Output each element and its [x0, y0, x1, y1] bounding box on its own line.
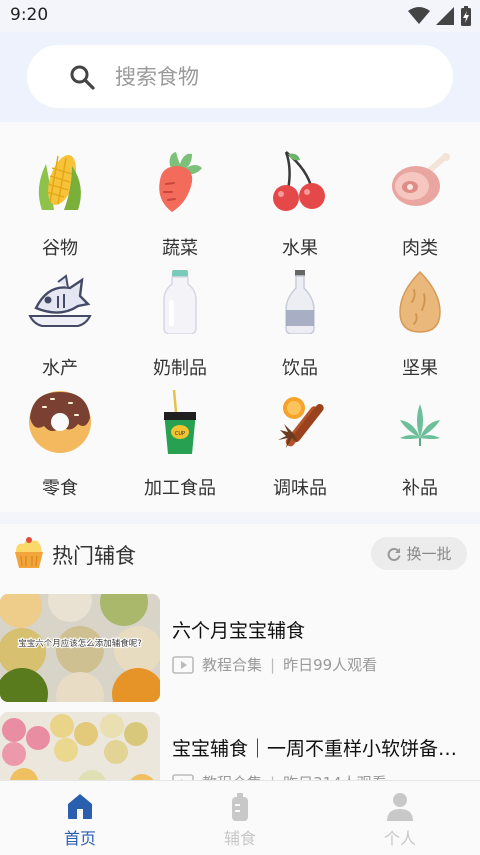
category-label: 零食 — [42, 478, 78, 499]
recipe-meta: 教程合集 | 昨日99人观看 — [172, 654, 377, 675]
tab-home[interactable]: 首页 — [0, 781, 160, 855]
category-label: 补品 — [402, 478, 438, 499]
recipe-thumbnail: 宝宝六个月应该怎么添加辅食呢? — [0, 594, 160, 702]
category-label: 水产 — [42, 358, 78, 379]
battery-icon — [461, 6, 471, 26]
recipe-card[interactable]: 宝宝六个月应该怎么添加辅食呢? 六个月宝宝辅食 教程合集 | 昨日99人观看 — [0, 594, 480, 704]
ham-icon — [392, 153, 450, 206]
recipe-views: 昨日314人观看 — [283, 772, 387, 780]
cup-noodle-icon: CUP — [164, 390, 196, 454]
recipe-title: 宝宝辅食｜一周不重样小软饼备… — [172, 738, 458, 760]
category-label: 加工食品 — [144, 478, 216, 499]
category-meat[interactable]: 肉类 — [360, 144, 480, 259]
category-supplements[interactable]: 补品 — [360, 384, 480, 499]
bottom-tab-bar: 首页 辅食 个人 — [0, 780, 480, 855]
refresh-label: 换一批 — [406, 545, 452, 563]
section-title: 热门辅食 — [52, 544, 136, 568]
hot-recipes-section: 热门辅食 换一批 宝宝六个月应该怎么添加辅食呢? 六个月宝宝辅食 教程合集 | … — [0, 524, 480, 780]
donut-icon — [29, 391, 91, 453]
category-grains[interactable]: 谷物 — [0, 144, 120, 259]
tab-label: 首页 — [63, 829, 96, 848]
spice-icon — [278, 397, 324, 448]
almond-icon — [399, 270, 441, 333]
recipe-title: 六个月宝宝辅食 — [172, 620, 306, 642]
home-icon — [68, 794, 92, 819]
category-label: 饮品 — [282, 358, 318, 379]
category-dairy[interactable]: 奶制品 — [120, 264, 240, 379]
tab-baby-food[interactable]: 辅食 — [160, 781, 320, 855]
refresh-icon — [388, 547, 401, 561]
tart-icon — [15, 537, 43, 568]
recipe-meta: 教程合集 | 昨日314人观看 — [172, 772, 387, 780]
wifi-icon — [408, 7, 430, 24]
search-input[interactable] — [115, 59, 415, 95]
recipe-type: 教程合集 — [202, 656, 263, 674]
corn-icon — [38, 154, 81, 210]
category-grid: 谷物 蔬菜 水果 肉类 水产 奶制品 饮品 坚果 零食 CUP 加工食品 调味品… — [0, 122, 480, 512]
tab-profile[interactable]: 个人 — [320, 781, 480, 855]
tab-label: 辅食 — [223, 829, 256, 848]
carrot-icon — [159, 152, 202, 212]
person-icon — [387, 793, 413, 821]
video-play-icon — [172, 773, 194, 780]
search-box[interactable] — [27, 45, 453, 108]
tab-label: 个人 — [383, 829, 416, 848]
signal-icon — [436, 7, 454, 25]
recipe-type: 教程合集 — [202, 772, 262, 780]
category-seasoning[interactable]: 调味品 — [240, 384, 360, 499]
category-fruits[interactable]: 水果 — [240, 144, 360, 259]
status-time: 9:20 — [10, 5, 49, 25]
thumbnail-caption: 宝宝六个月应该怎么添加辅食呢? — [18, 638, 142, 649]
drink-bottle-icon — [285, 270, 315, 334]
category-label: 调味品 — [273, 478, 327, 499]
category-snacks[interactable]: 零食 — [0, 384, 120, 499]
milk-bottle-icon — [163, 270, 197, 334]
fish-icon — [28, 274, 92, 327]
recipe-views: 昨日99人观看 — [283, 656, 378, 674]
svg-text:CUP: CUP — [175, 431, 185, 437]
status-icons — [408, 6, 472, 26]
herb-leaf-icon — [400, 404, 440, 446]
category-label: 奶制品 — [153, 358, 207, 379]
video-play-icon — [172, 655, 194, 674]
category-seafood[interactable]: 水产 — [0, 264, 120, 379]
recipe-card[interactable]: 宝宝辅食｜一周不重样小软饼备… 教程合集 | 昨日314人观看 — [0, 712, 480, 780]
bowls-image: 宝宝六个月应该怎么添加辅食呢? — [0, 594, 160, 702]
status-bar: 9:20 — [0, 0, 480, 32]
category-label: 肉类 — [402, 238, 438, 259]
category-processed[interactable]: CUP 加工食品 — [120, 384, 240, 499]
recipe-thumbnail — [0, 712, 160, 780]
category-label: 谷物 — [42, 238, 78, 259]
category-label: 蔬菜 — [162, 238, 198, 259]
hot-recipes-header: 热门辅食 换一批 — [0, 524, 480, 584]
category-nuts[interactable]: 坚果 — [360, 264, 480, 379]
pancakes-image — [0, 712, 160, 780]
baby-bottle-icon — [232, 793, 248, 821]
refresh-button[interactable]: 换一批 — [371, 537, 467, 570]
search-icon — [70, 65, 95, 90]
cherry-icon — [273, 151, 325, 211]
category-label: 坚果 — [402, 358, 438, 379]
search-section — [0, 32, 480, 122]
category-vegetables[interactable]: 蔬菜 — [120, 144, 240, 259]
meta-divider: | — [270, 655, 276, 674]
category-label: 水果 — [282, 238, 318, 259]
category-drinks[interactable]: 饮品 — [240, 264, 360, 379]
